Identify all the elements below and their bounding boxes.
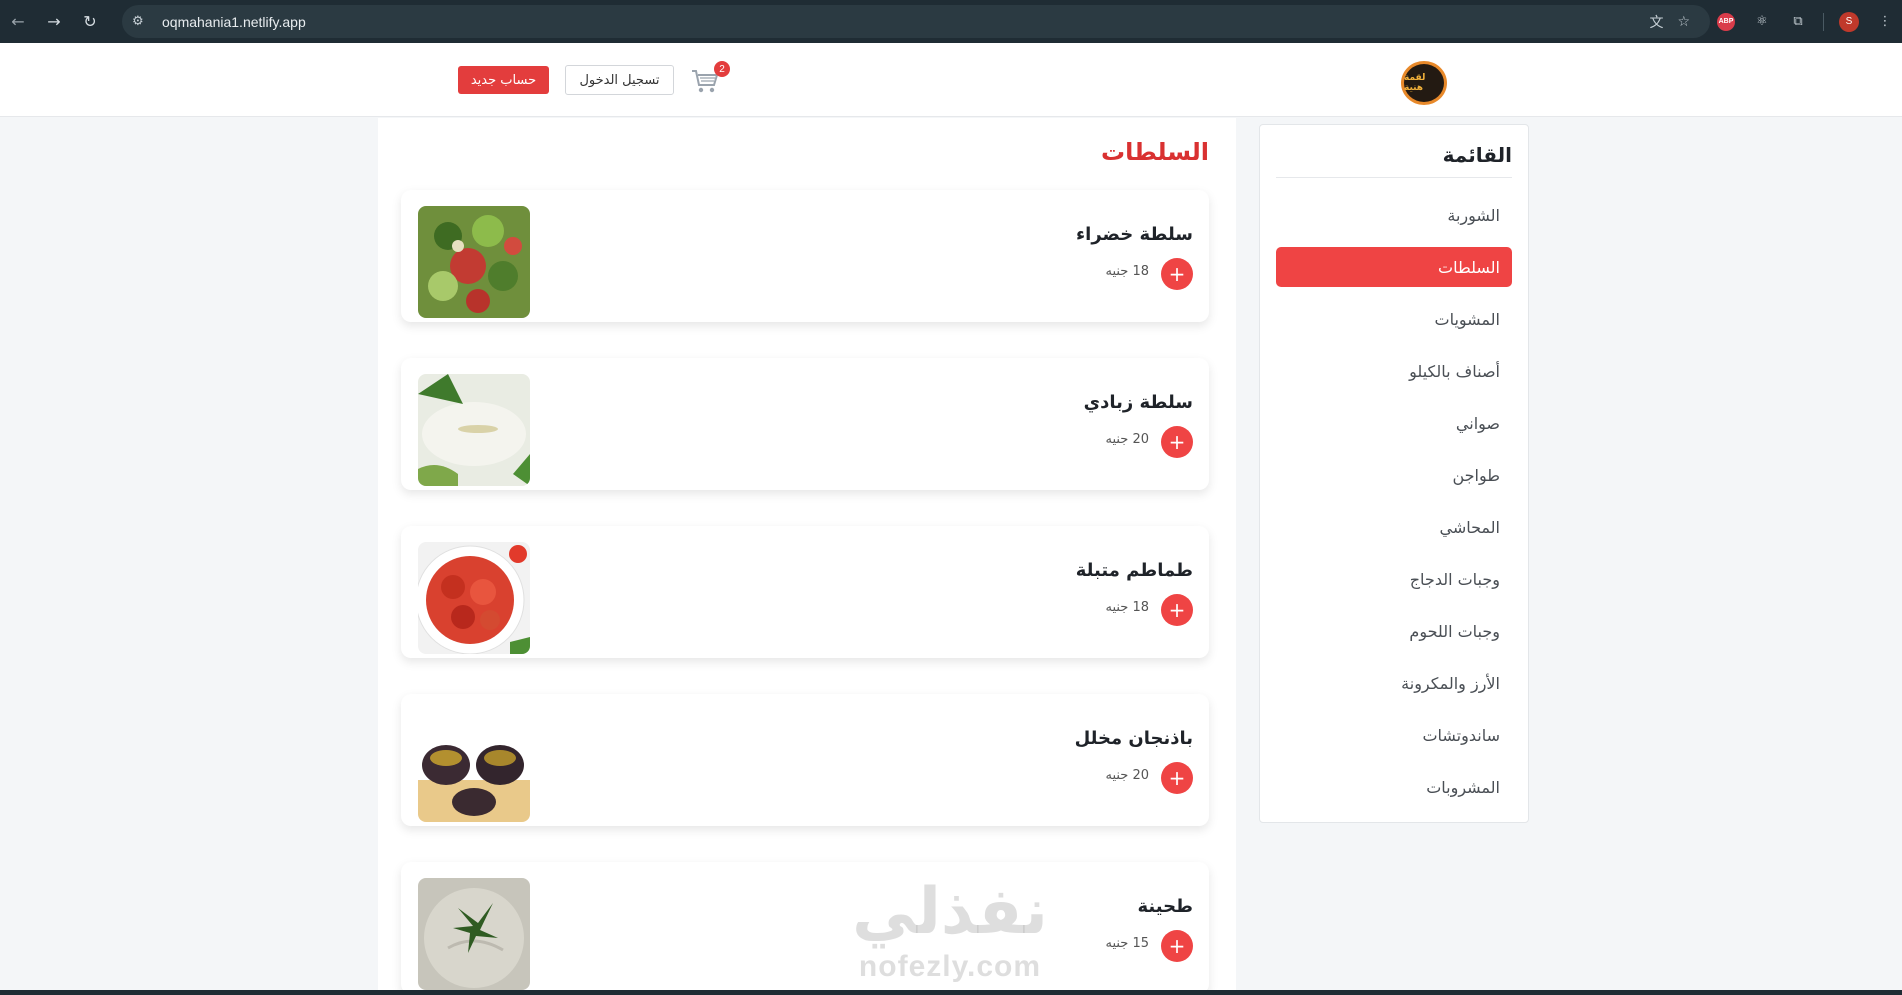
sidebar-item-drinks[interactable]: المشروبات bbox=[1276, 767, 1512, 807]
taskbar-edge bbox=[0, 990, 1902, 995]
product-card: سلطة خضراء + 18 جنيه bbox=[401, 190, 1209, 322]
product-price: 18 جنيه bbox=[1105, 264, 1149, 279]
sidebar-item-stuffed[interactable]: المحاشي bbox=[1276, 507, 1512, 547]
browser-toolbar: ← → ↻ ⚙ oqmahania1.netlify.app 文 ☆ ABP ⚛… bbox=[0, 0, 1902, 43]
profile-avatar[interactable]: S bbox=[1838, 11, 1860, 33]
cart-button[interactable]: 2 bbox=[690, 61, 730, 97]
product-image bbox=[418, 710, 530, 822]
product-price: 20 جنيه bbox=[1105, 432, 1149, 447]
category-sidebar: القائمة الشوربة السلطات المشويات أصناف ب… bbox=[1259, 124, 1529, 823]
address-bar[interactable]: ⚙ oqmahania1.netlify.app 文 ☆ bbox=[122, 5, 1710, 38]
menu-section: السلطات سلطة خضراء + 18 جنيه سلطة زبادي … bbox=[378, 118, 1236, 995]
sidebar-item-meat-meals[interactable]: وجبات اللحوم bbox=[1276, 611, 1512, 651]
product-image bbox=[418, 374, 530, 486]
sidebar-item-trays[interactable]: صواني bbox=[1276, 403, 1512, 443]
add-to-cart-button[interactable]: + bbox=[1161, 594, 1193, 626]
product-image bbox=[418, 542, 530, 654]
sidebar-item-soup[interactable]: الشوربة bbox=[1276, 195, 1512, 235]
bookmark-star-icon[interactable]: ☆ bbox=[1677, 14, 1690, 30]
login-button[interactable]: تسجيل الدخول bbox=[565, 65, 674, 95]
sidebar-title: القائمة bbox=[1442, 143, 1512, 167]
translate-icon[interactable]: 文 bbox=[1649, 12, 1663, 32]
forward-icon[interactable]: → bbox=[36, 0, 72, 43]
add-to-cart-button[interactable]: + bbox=[1161, 762, 1193, 794]
add-to-cart-button[interactable]: + bbox=[1161, 426, 1193, 458]
cart-count-badge: 2 bbox=[714, 61, 730, 77]
site-header: لقمة هنية حساب جديد تسجيل الدخول 2 bbox=[0, 43, 1902, 117]
sidebar-item-rice-pasta[interactable]: الأرز والمكرونة bbox=[1276, 663, 1512, 703]
product-card: باذنجان مخلل + 20 جنيه bbox=[401, 694, 1209, 826]
register-button[interactable]: حساب جديد bbox=[458, 66, 549, 94]
extensions-puzzle-icon[interactable]: ⧉ bbox=[1787, 11, 1809, 33]
product-name: سلطة زبادي bbox=[1083, 392, 1193, 413]
product-name: سلطة خضراء bbox=[1075, 224, 1193, 245]
product-name: طماطم متبلة bbox=[1075, 560, 1193, 581]
divider bbox=[1276, 177, 1512, 178]
product-name: طحينة bbox=[1137, 896, 1193, 917]
browser-menu-icon[interactable]: ⋮ bbox=[1874, 11, 1896, 33]
product-card: سلطة زبادي + 20 جنيه bbox=[401, 358, 1209, 490]
back-icon[interactable]: ← bbox=[0, 0, 36, 43]
product-image bbox=[418, 206, 530, 318]
sidebar-item-grills[interactable]: المشويات bbox=[1276, 299, 1512, 339]
product-card: طماطم متبلة + 18 جنيه bbox=[401, 526, 1209, 658]
reload-icon[interactable]: ↻ bbox=[72, 0, 108, 43]
sidebar-item-sandwiches[interactable]: ساندوتشات bbox=[1276, 715, 1512, 755]
product-name: باذنجان مخلل bbox=[1074, 728, 1193, 749]
sidebar-item-tagines[interactable]: طواجن bbox=[1276, 455, 1512, 495]
product-price: 20 جنيه bbox=[1105, 768, 1149, 783]
product-price: 18 جنيه bbox=[1105, 600, 1149, 615]
url-text[interactable]: oqmahania1.netlify.app bbox=[162, 14, 306, 30]
product-price: 15 جنيه bbox=[1105, 936, 1149, 951]
sidebar-item-salads[interactable]: السلطات bbox=[1276, 247, 1512, 287]
add-to-cart-button[interactable]: + bbox=[1161, 258, 1193, 290]
sidebar-item-chicken-meals[interactable]: وجبات الدجاج bbox=[1276, 559, 1512, 599]
react-devtools-icon[interactable]: ⚛ bbox=[1751, 11, 1773, 33]
product-card: طحينة + 15 جنيه bbox=[401, 862, 1209, 994]
sidebar-item-by-kilo[interactable]: أصناف بالكيلو bbox=[1276, 351, 1512, 391]
restaurant-logo[interactable]: لقمة هنية bbox=[1401, 61, 1447, 105]
toolbar-divider bbox=[1823, 12, 1824, 31]
section-title: السلطات bbox=[1101, 138, 1209, 166]
product-image bbox=[418, 878, 530, 990]
site-settings-icon[interactable]: ⚙ bbox=[132, 14, 154, 29]
adblock-extension-icon[interactable]: ABP bbox=[1715, 11, 1737, 33]
add-to-cart-button[interactable]: + bbox=[1161, 930, 1193, 962]
